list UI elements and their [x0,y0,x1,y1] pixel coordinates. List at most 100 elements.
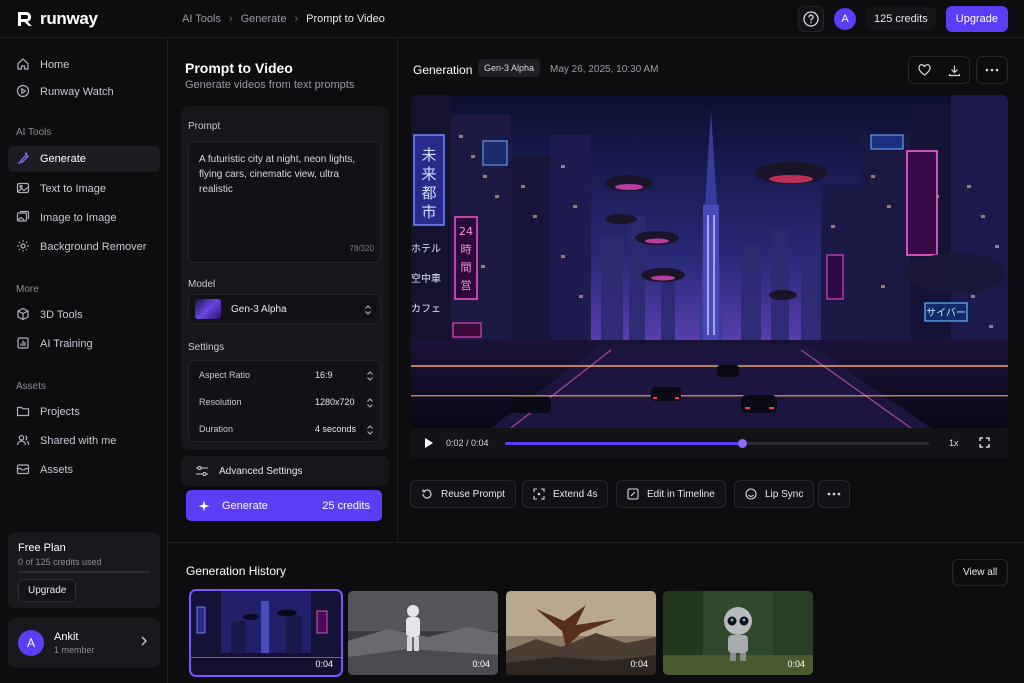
svg-text:サイバー: サイバー [926,307,966,319]
generate-credits: 25 credits [322,499,370,512]
download-button[interactable] [939,64,969,77]
prompt-text: A futuristic city at night, neon lights,… [199,154,356,195]
video-player[interactable]: 未 来 都 市 24 時 間 営 ホテル 空中車 カフェ サイバー [411,95,1008,428]
sidebar-item-label: Generate [40,153,86,165]
prompt-panel: Prompt to Video Generate videos from tex… [168,38,398,543]
sparkle-icon [198,500,210,511]
settings-label: Settings [188,342,225,353]
chevron-updown-icon [367,425,373,435]
model-tag: Gen-3 Alpha [478,59,541,77]
sidebar-item-runway-watch[interactable]: Runway Watch [8,79,160,105]
sidebar-item-text-to-image[interactable]: Text to Image [8,176,160,202]
model-select[interactable]: Gen-3 Alpha [188,294,381,324]
prompt-input[interactable]: A futuristic city at night, neon lights,… [188,141,381,263]
action-label: Reuse Prompt [441,488,505,500]
user-card[interactable]: A Ankit 1 member [8,618,160,668]
setting-resolution[interactable]: Resolution 1280x720 [189,389,382,415]
breadcrumb-item[interactable]: AI Tools [182,13,221,25]
history-title: Generation History [186,564,287,578]
generation-date: May 26, 2025, 10:30 AM [550,64,659,75]
reuse-prompt-button[interactable]: Reuse Prompt [410,480,516,508]
generate-label: Generate [222,499,268,512]
plan-usage-bar [18,571,150,573]
view-all-button[interactable]: View all [952,559,1009,586]
sidebar-item-image-to-image[interactable]: Image to Image [8,205,160,231]
setting-value: 16:9 [315,370,333,380]
sidebar-item-background-remover[interactable]: Background Remover [8,234,160,260]
generate-button[interactable]: Generate 25 credits [186,490,382,521]
generation-title: Generation [413,63,473,77]
credits-badge[interactable]: 125 credits [865,7,936,31]
generation-panel: Generation Gen-3 Alpha May 26, 2025, 10:… [398,38,1024,543]
chevron-right-icon [141,636,147,646]
thumbnail-duration: 0:04 [315,659,333,669]
brand[interactable]: runway [0,9,168,29]
advanced-settings-button[interactable]: Advanced Settings [181,456,389,486]
sidebar-item-3d-tools[interactable]: 3D Tools [8,302,160,328]
upgrade-button[interactable]: Upgrade [945,6,1008,32]
sidebar-item-shared[interactable]: Shared with me [8,428,160,454]
prompt-label: Prompt [188,121,221,132]
edit-in-timeline-button[interactable]: Edit in Timeline [616,480,726,508]
model-value: Gen-3 Alpha [231,303,287,315]
extend-button[interactable]: Extend 4s [522,480,609,508]
images-icon [16,210,30,227]
sidebar-item-label: Home [40,59,70,71]
more-options-button[interactable] [976,56,1008,84]
app-root: runway AI Tools › Generate › Prompt to V… [0,0,1024,683]
favorite-button[interactable] [909,64,939,76]
prompt-card: Prompt A futuristic city at night, neon … [181,106,389,450]
history-thumbnail[interactable]: 0:04 [506,591,656,675]
history-thumbnail[interactable]: 0:04 [663,591,813,675]
brand-name: runway [40,8,98,28]
history-thumbnail[interactable]: 0:04 [348,591,498,675]
sidebar-item-label: 3D Tools [40,309,83,321]
progress-bar[interactable] [505,439,929,448]
sidebar-item-label: Background Remover [40,241,147,253]
sliders-icon [196,465,208,477]
section-label-assets: Assets [16,381,47,392]
svg-text:カフェ: カフェ [411,303,441,315]
user-members: 1 member [54,645,95,655]
setting-duration[interactable]: Duration 4 seconds [189,416,382,442]
chevron-right-icon: › [228,12,233,25]
sidebar-item-home[interactable]: Home [8,52,160,78]
plan-upgrade-button[interactable]: Upgrade [18,579,77,602]
thumbnail-duration: 0:04 [630,659,648,669]
user-avatar[interactable]: A [833,8,856,30]
user-name: Ankit [54,631,79,643]
edit-icon [627,488,639,500]
more-actions-button[interactable] [818,480,850,508]
setting-label: Aspect Ratio [199,370,251,380]
sidebar: Home Runway Watch AI Tools Generate Text… [0,38,168,683]
sidebar-item-assets[interactable]: Assets [8,457,160,483]
sidebar-item-ai-training[interactable]: AI Training [8,331,160,357]
svg-text:都: 都 [421,184,436,202]
help-button[interactable] [797,6,824,32]
chevron-updown-icon [365,305,371,315]
svg-text:来: 来 [421,165,436,183]
breadcrumb-item[interactable]: Generate [241,13,287,25]
history-thumbnail[interactable]: 0:04 [189,589,343,677]
lip-sync-button[interactable]: Lip Sync [734,480,815,508]
training-icon [16,336,30,353]
playback-speed[interactable]: 1x [949,438,959,448]
chevron-updown-icon [367,371,373,381]
progress-handle[interactable] [738,439,748,448]
sidebar-item-generate[interactable]: Generate [8,146,160,172]
setting-aspect-ratio[interactable]: Aspect Ratio 16:9 [189,362,382,388]
sidebar-item-label: Runway Watch [40,86,114,98]
svg-text:営: 営 [461,278,472,292]
action-label: Edit in Timeline [647,488,715,500]
section-label-ai-tools: AI Tools [16,127,52,138]
svg-text:24: 24 [459,225,473,238]
progress-fill [505,442,743,445]
fullscreen-button[interactable] [979,437,990,451]
video-frame: 未 来 都 市 24 時 間 営 ホテル 空中車 カフェ サイバー [411,95,1008,428]
users-icon [16,433,30,450]
svg-text:時: 時 [461,243,472,256]
more-icon [827,492,841,496]
sidebar-item-projects[interactable]: Projects [8,399,160,425]
action-label: Lip Sync [765,488,804,500]
play-button[interactable] [424,437,434,452]
